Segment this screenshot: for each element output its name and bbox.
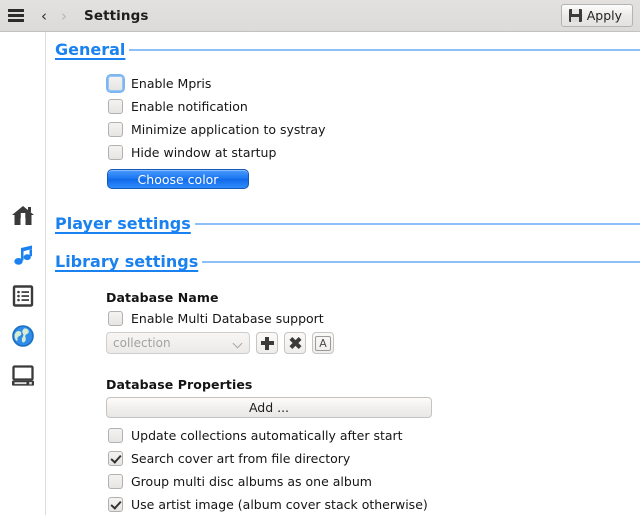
- checkbox-label: Group multi disc albums as one album: [131, 474, 372, 489]
- checkbox-label: Update collections automatically after s…: [131, 428, 403, 443]
- forward-button[interactable]: ›: [54, 7, 74, 25]
- section-header-player[interactable]: Player settings: [46, 214, 640, 233]
- checkbox-label: Search cover art from file directory: [131, 451, 351, 466]
- checkbox-row-use-artist-image[interactable]: Use artist image (album cover stack othe…: [108, 497, 428, 512]
- database-properties-label: Database Properties: [106, 377, 253, 392]
- choose-color-button[interactable]: Choose color: [107, 169, 249, 189]
- music-note-icon: [11, 244, 35, 268]
- close-icon: [289, 337, 302, 350]
- section-rule: [202, 260, 640, 263]
- database-select-value: collection: [113, 336, 171, 350]
- checkbox-label: Use artist image (album cover stack othe…: [131, 497, 428, 512]
- checkbox-search-cover-art[interactable]: [108, 451, 123, 466]
- checkbox-row-enable-notification[interactable]: Enable notification: [108, 99, 248, 114]
- sidebar-item-home[interactable]: [0, 196, 46, 236]
- chevron-down-icon: [232, 338, 243, 349]
- checkbox-label: Hide window at startup: [131, 145, 277, 160]
- apply-button[interactable]: Apply: [560, 4, 633, 27]
- save-floppy-icon: [568, 9, 582, 22]
- section-rule: [194, 222, 640, 225]
- checkbox-update-collections[interactable]: [108, 428, 123, 443]
- checkbox-row-group-multi-disc[interactable]: Group multi disc albums as one album: [108, 474, 372, 489]
- add-database-property-button[interactable]: Add ...: [106, 397, 432, 418]
- checkbox-label: Enable Multi Database support: [131, 311, 324, 326]
- checkbox-group-multi-disc[interactable]: [108, 474, 123, 489]
- database-select[interactable]: collection: [106, 332, 250, 354]
- rename-a-icon: A: [315, 335, 331, 351]
- rename-database-button[interactable]: A: [312, 332, 334, 354]
- checkbox-label: Enable Mpris: [131, 76, 212, 91]
- sidebar-item-internet[interactable]: [0, 316, 46, 356]
- apply-button-label: Apply: [586, 8, 622, 23]
- section-header-library[interactable]: Library settings: [46, 252, 640, 271]
- sidebar-item-playlist[interactable]: [0, 276, 46, 316]
- checkbox-label: Enable notification: [131, 99, 248, 114]
- checkbox-enable-mpris[interactable]: [106, 74, 125, 93]
- section-header-general[interactable]: General: [46, 40, 640, 59]
- sidebar-item-device[interactable]: [0, 356, 46, 396]
- plus-icon: [260, 336, 274, 350]
- settings-content: General Enable Mpris Enable notification…: [46, 32, 640, 515]
- add-database-button[interactable]: [256, 332, 278, 354]
- sidebar-item-music[interactable]: [0, 236, 46, 276]
- sidebar: [0, 32, 46, 515]
- checkbox-hide-window-at-startup[interactable]: [108, 145, 123, 160]
- checkbox-use-artist-image[interactable]: [108, 497, 123, 512]
- back-button[interactable]: ‹: [34, 7, 54, 25]
- section-title-player[interactable]: Player settings: [46, 214, 191, 233]
- checkbox-row-enable-mpris[interactable]: Enable Mpris: [106, 74, 212, 93]
- computer-icon: [10, 364, 36, 388]
- checkbox-row-enable-multi-database[interactable]: Enable Multi Database support: [108, 311, 324, 326]
- list-icon: [11, 284, 35, 308]
- checkbox-row-minimize-to-systray[interactable]: Minimize application to systray: [108, 122, 326, 137]
- checkbox-row-update-collections[interactable]: Update collections automatically after s…: [108, 428, 403, 443]
- checkbox-enable-multi-database[interactable]: [108, 311, 123, 326]
- remove-database-button[interactable]: [284, 332, 306, 354]
- section-title-general[interactable]: General: [46, 40, 125, 59]
- checkbox-label: Minimize application to systray: [131, 122, 326, 137]
- checkbox-minimize-to-systray[interactable]: [108, 122, 123, 137]
- checkbox-enable-notification[interactable]: [108, 99, 123, 114]
- globe-icon: [11, 324, 35, 348]
- checkbox-row-search-cover-art[interactable]: Search cover art from file directory: [108, 451, 350, 466]
- checkbox-row-hide-window-at-startup[interactable]: Hide window at startup: [108, 145, 276, 160]
- hamburger-menu-icon[interactable]: [8, 9, 24, 22]
- section-title-library[interactable]: Library settings: [46, 252, 198, 271]
- page-title: Settings: [84, 7, 149, 24]
- section-rule: [129, 48, 640, 51]
- title-bar: ‹ › Settings Apply: [0, 0, 640, 32]
- hamburger-bar: [8, 14, 24, 17]
- home-icon: [10, 204, 36, 228]
- hamburger-bar: [8, 9, 24, 12]
- hamburger-bar: [8, 19, 24, 22]
- database-name-label: Database Name: [106, 290, 219, 305]
